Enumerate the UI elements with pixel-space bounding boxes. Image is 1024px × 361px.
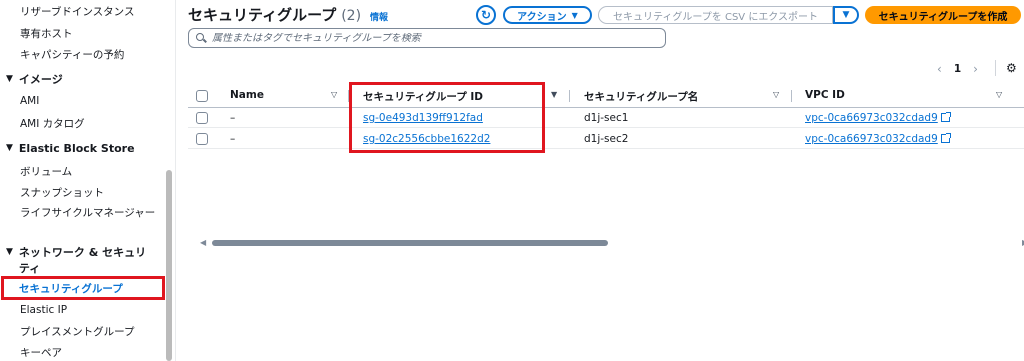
caret-down-icon: ▼ [6,74,13,84]
table-header: Name ▽ セキュリティグループ ID ▼ セキュリティグループ名 ▽ VPC… [188,84,1024,108]
search-icon [196,33,206,43]
highlight-annotation [349,82,545,153]
search-input[interactable] [212,32,652,44]
table-row[interactable]: – sg-02c2556cbbe1622d2 d1j-sec2 vpc-0ca6… [188,129,1024,149]
search-bar [188,28,666,48]
sidebar-item-lifecycle-manager[interactable]: ライフサイクルマネージャー [20,206,160,221]
cell-name: – [230,133,236,145]
page-title: セキュリティグループ [188,6,337,24]
refresh-icon: ↻ [480,8,492,22]
cell-vpc: vpc-0ca66973c032cdad9 [805,112,951,124]
sidebar-group-ebs[interactable]: ▼ Elastic Block Store [6,141,135,157]
item-count: (2) [341,8,362,24]
info-link[interactable]: 情報 [370,10,388,23]
sort-icon[interactable]: ▽ [331,90,337,99]
sidebar-item-reserved-instances[interactable]: リザーブドインスタンス [20,4,134,19]
sidebar-group-images[interactable]: ▼ イメージ [6,72,63,88]
sidebar-item-security-groups[interactable]: セキュリティグループ [1,276,165,300]
caret-down-icon: ▼ [571,10,578,20]
export-csv-button[interactable]: セキュリティグループを CSV にエクスポート [598,6,833,24]
actions-label: アクション [517,11,567,23]
cell-vpc-id-link[interactable]: vpc-0ca66973c032cdad9 [805,112,938,124]
caret-down-icon: ▼ [6,143,13,153]
create-label: セキュリティグループを作成 [878,11,1008,23]
chevron-right-icon[interactable]: › [973,62,978,76]
column-header-sg-name[interactable]: セキュリティグループ名 [584,89,698,104]
external-link-icon[interactable] [940,133,951,143]
column-header-vpc-id[interactable]: VPC ID [805,89,845,101]
cell-name: – [230,112,236,124]
sidebar-item-placement-groups[interactable]: プレイスメントグループ [20,324,135,339]
sidebar-group-network-security[interactable]: ▼ ネットワーク & セキュリティ [6,245,156,277]
scroll-left-icon[interactable]: ◀ [200,238,206,247]
sidebar-item-dedicated-hosts[interactable]: 専有ホスト [20,26,73,41]
sidebar-item-label: セキュリティグループ [19,282,123,295]
sidebar-item-volumes[interactable]: ボリューム [20,164,72,179]
sidebar-scrollbar[interactable] [166,170,172,361]
create-security-group-button[interactable]: セキュリティグループを作成 [865,6,1021,24]
sidebar-item-key-pairs[interactable]: キーペア [20,345,62,360]
actions-button[interactable]: アクション ▼ [503,6,592,24]
sidebar-item-snapshots[interactable]: スナップショット [20,185,104,200]
sidebar-group-label: Elastic Block Store [18,142,135,155]
cell-sg-name: d1j-sec1 [584,112,629,124]
sort-icon[interactable]: ▽ [773,90,779,99]
select-all-checkbox[interactable] [196,90,208,102]
cell-vpc-id-link[interactable]: vpc-0ca66973c032cdad9 [805,133,938,145]
export-dropdown-button[interactable]: ▼ [833,6,859,24]
main-content: セキュリティグループ (2) 情報 ↻ アクション ▼ セキュリティグループを … [177,0,1024,361]
sidebar-item-elastic-ip[interactable]: Elastic IP [20,304,67,316]
sidebar-group-label: イメージ [18,73,63,86]
settings-icon[interactable]: ⚙ [1006,61,1017,75]
sort-icon[interactable]: ▽ [996,90,1002,99]
horizontal-scrollbar[interactable] [212,240,608,246]
page-header: セキュリティグループ (2) 情報 [188,4,388,25]
column-header-name[interactable]: Name [230,89,264,101]
column-divider [791,90,792,102]
caret-down-icon: ▼ [6,247,13,257]
row-checkbox[interactable] [196,133,208,145]
row-checkbox[interactable] [196,112,208,124]
sort-icon[interactable]: ▼ [551,90,557,99]
sidebar-item-ami-catalog[interactable]: AMI カタログ [20,116,85,131]
sidebar-item-capacity-reservations[interactable]: キャパシティーの予約 [20,47,124,62]
sidebar-nav: リザーブドインスタンス 専有ホスト キャパシティーの予約 ▼ イメージ AMI … [0,0,176,361]
column-divider [569,90,570,102]
sidebar-item-ami[interactable]: AMI [20,95,39,107]
caret-down-icon: ▼ [842,10,850,20]
table-row[interactable]: – sg-0e493d139ff912fad d1j-sec1 vpc-0ca6… [188,108,1024,128]
sidebar-group-label: ネットワーク & セキュリティ [18,246,147,275]
refresh-button[interactable]: ↻ [476,5,496,25]
cell-sg-name: d1j-sec2 [584,133,629,145]
pagination: ‹ 1 › [937,62,978,76]
page-number[interactable]: 1 [954,63,961,75]
external-link-icon[interactable] [940,112,951,122]
cell-vpc: vpc-0ca66973c032cdad9 [805,133,951,145]
divider [995,60,996,76]
chevron-left-icon[interactable]: ‹ [937,62,942,76]
export-label: セキュリティグループを CSV にエクスポート [612,11,819,23]
